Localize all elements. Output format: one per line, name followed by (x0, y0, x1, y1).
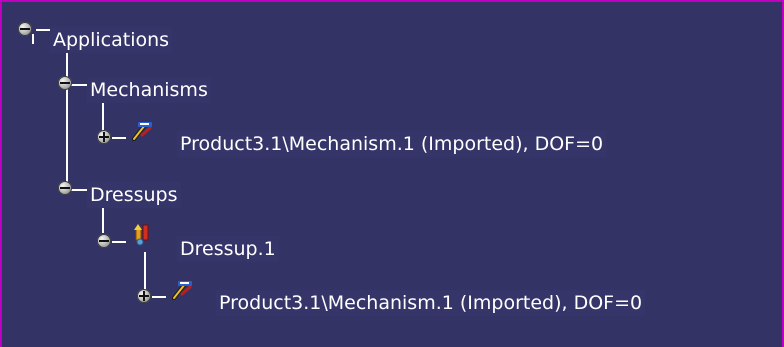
expand-toggle-mechanism[interactable] (97, 130, 111, 144)
tree-node-dressup-1[interactable]: Dressup.1 (177, 236, 279, 262)
tree-connector (152, 296, 166, 298)
collapse-toggle-dressup-1[interactable] (97, 234, 111, 248)
tree-connector (66, 44, 68, 191)
tree-node-dressups[interactable]: Dressups (87, 182, 181, 208)
mechanism-icon (172, 281, 192, 300)
expand-toggle-dressup-mechanism[interactable] (137, 289, 151, 303)
tree-node-applications[interactable]: Applications (50, 27, 173, 53)
tree-node-mechanisms[interactable]: Mechanisms (87, 77, 211, 103)
collapse-toggle-applications[interactable] (18, 22, 32, 36)
tree-node-mechanism[interactable]: Product3.1\Mechanism.1 (Imported), DOF=0 (177, 131, 607, 157)
mechanism-icon (132, 122, 152, 141)
collapse-toggle-dressups[interactable] (58, 181, 72, 195)
tree-connector (112, 241, 126, 243)
tree-connector (112, 137, 126, 139)
collapse-toggle-mechanisms[interactable] (58, 76, 72, 90)
tree-node-dressup-mechanism[interactable]: Product3.1\Mechanism.1 (Imported), DOF=0 (216, 290, 646, 316)
tree-connector (32, 34, 34, 44)
tree-connector (144, 252, 146, 290)
dressup-icon (134, 224, 149, 246)
